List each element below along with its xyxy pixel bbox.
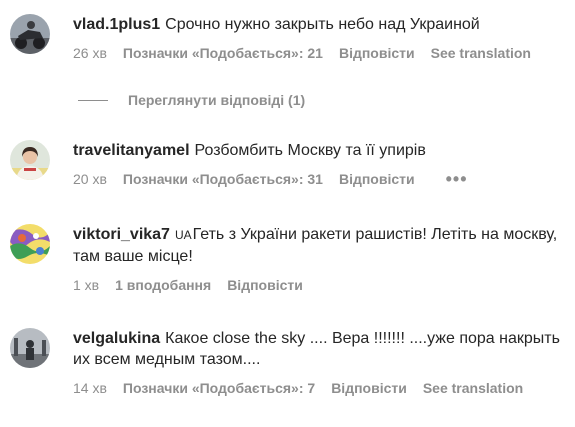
avatar[interactable] [10,140,50,180]
comment-timestamp[interactable]: 20 хв [73,170,107,188]
ua-flag-emoji: UA [174,228,192,242]
comment-text-block: velgalukina Какое close the sky .... Вера… [73,328,565,370]
avatar-street-icon [10,328,50,368]
reply-button[interactable]: Відповісти [339,170,415,188]
see-translation-button[interactable]: See translation [431,44,531,62]
comment-timestamp[interactable]: 14 хв [73,379,107,397]
reply-button[interactable]: Відповісти [227,276,303,294]
view-replies-button[interactable]: Переглянути відповіді (1) [78,92,305,108]
comment-body: velgalukina Какое close the sky .... Вера… [73,328,565,397]
avatar-person-icon [10,140,50,180]
avatar[interactable] [10,14,50,54]
view-replies-label: Переглянути відповіді (1) [128,92,306,108]
comment-username[interactable]: vlad.1plus1 [73,16,160,33]
comment-text-block: viktori_vika7 UAГеть з України ракети раш… [73,224,565,267]
comment-body: travelitanyamel Розбомбить Москву та її у… [73,140,565,188]
comment-text-block: vlad.1plus1 Срочно нужно закрыть небо над… [73,14,565,35]
see-translation-button[interactable]: See translation [423,379,523,397]
likes-count-button[interactable]: Позначки «Подобається»: 31 [123,170,323,188]
reply-button[interactable]: Відповісти [331,379,407,397]
replies-divider-line [78,99,108,101]
reply-button[interactable]: Відповісти [339,44,415,62]
likes-count-button[interactable]: 1 вподобання [115,276,211,294]
avatar-motorcycle-icon [10,14,50,54]
comment-timestamp[interactable]: 26 хв [73,44,107,62]
avatar[interactable] [10,328,50,368]
comment-text: Срочно нужно закрыть небо над Украиной [165,16,480,33]
comment-body: viktori_vika7 UAГеть з України ракети раш… [73,224,565,294]
likes-count-button[interactable]: Позначки «Подобається»: 21 [123,44,323,62]
comment-body: vlad.1plus1 Срочно нужно закрыть небо над… [73,14,565,62]
comment-username[interactable]: velgalukina [73,330,160,347]
comment-username[interactable]: travelitanyamel [73,142,190,159]
likes-count-button[interactable]: Позначки «Подобається»: 7 [123,379,315,397]
comment-meta: 20 хв Позначки «Подобається»: 31 Відпові… [73,170,565,188]
comment-meta: 26 хв Позначки «Подобається»: 21 Відпові… [73,44,565,62]
avatar[interactable] [10,224,50,264]
comment-text: Розбомбить Москву та її упирів [194,142,426,159]
comment-meta: 14 хв Позначки «Подобається»: 7 Відповіс… [73,379,565,397]
comment-text-block: travelitanyamel Розбомбить Москву та її у… [73,140,565,161]
comment-meta: 1 хв 1 вподобання Відповісти [73,276,565,294]
comment-username[interactable]: viktori_vika7 [73,226,170,243]
comment-timestamp[interactable]: 1 хв [73,276,99,294]
avatar-art-icon [10,224,50,264]
more-options-icon[interactable]: ••• [446,170,468,188]
